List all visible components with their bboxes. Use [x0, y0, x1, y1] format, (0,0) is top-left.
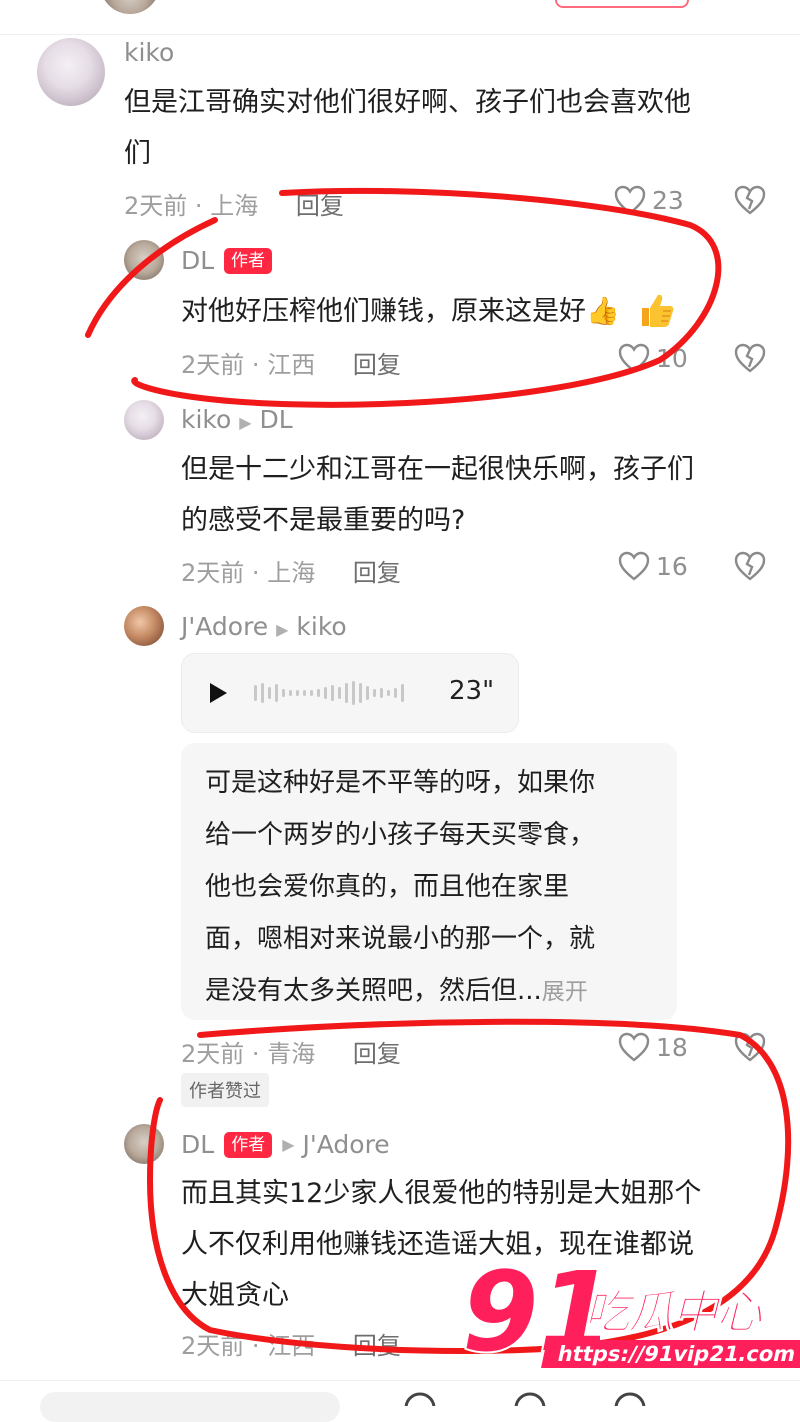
broken-heart-icon [734, 343, 766, 373]
comment-text: 但是江哥确实对他们很好啊、孩子们也会喜欢他 们 [124, 77, 774, 179]
comment-time: 2天前 [181, 1040, 245, 1068]
comment-text: 对他好压榨他们赚钱，原来这是好👍 [181, 286, 620, 337]
username-jadore[interactable]: J'Adore ▶ kiko [181, 612, 347, 641]
heart-icon [618, 343, 650, 373]
watermark: 91 吃瓜中心 https://91vip21.com [460, 1250, 800, 1380]
comment-text: 但是十二少和江哥在一起很快乐啊，孩子们 的感受不是最重要的吗? [181, 444, 781, 546]
username[interactable]: J'Adore [181, 612, 268, 641]
comment-location: 江西 [267, 351, 316, 379]
transcript-line: 是没有太多关照吧，然后但...展开 [205, 965, 675, 1018]
reply-button[interactable]: 回复 [353, 559, 401, 587]
comment-location: 江西 [267, 1332, 316, 1360]
watermark-brand: 吃瓜中心 [584, 1285, 763, 1340]
transcript-line-text: 是没有太多关照吧，然后但... [205, 976, 542, 1006]
dislike-button[interactable] [734, 343, 766, 373]
like-button[interactable]: 16 [618, 551, 688, 581]
author-liked-tag: 作者赞过 [181, 1073, 269, 1107]
avatar-dl[interactable] [124, 240, 164, 280]
dot-separator: · [251, 351, 260, 379]
comment-line: 的感受不是最重要的吗? [181, 505, 466, 536]
avatar-dl[interactable] [124, 1124, 164, 1164]
broken-heart-icon [734, 1032, 766, 1062]
like-count: 16 [656, 551, 688, 581]
play-icon[interactable] [208, 682, 228, 704]
heart-icon [614, 185, 646, 215]
voice-duration: 23" [449, 676, 495, 706]
transcript-line: 面，嗯相对来说最小的那一个，就 [205, 924, 596, 954]
like-count: 23 [652, 185, 684, 215]
arrow-right-icon: ▶ [239, 413, 252, 432]
like-button[interactable]: 10 [618, 343, 688, 373]
comment-time: 2天前 [124, 192, 188, 220]
comment-line: 们 [124, 138, 151, 169]
broken-heart-icon [734, 551, 766, 581]
avatar-jadore[interactable] [124, 606, 164, 646]
reply-target[interactable]: kiko [296, 612, 346, 641]
comment-location: 上海 [267, 559, 316, 587]
dot-separator: · [251, 1332, 260, 1360]
like-count: 10 [656, 343, 688, 373]
username[interactable]: kiko [181, 405, 231, 434]
voice-transcript: 可是这种好是不平等的呀，如果你 给一个两岁的小孩子每天买零食， 他也会爱你真的，… [181, 743, 677, 1020]
comment-time: 2天前 [181, 559, 245, 587]
reply-target[interactable]: DL [260, 405, 293, 434]
arrow-right-icon: ▶ [276, 620, 289, 639]
avatar-kiko[interactable] [37, 38, 105, 106]
comment-text-body: 对他好压榨他们赚钱，原来这是好👍 [181, 296, 620, 327]
comment-meta: 2天前 · 青海 回复 [181, 1034, 401, 1069]
reply-button[interactable]: 回复 [353, 351, 401, 379]
arrow-right-icon: ▶ [282, 1135, 295, 1154]
reply-button[interactable]: 回复 [353, 1332, 401, 1360]
comment-time: 2天前 [181, 351, 245, 379]
comment-meta: 2天前 · 上海 回复 [181, 553, 401, 588]
follow-button-partial[interactable] [555, 0, 689, 8]
avatar-kiko[interactable] [124, 400, 164, 440]
username-kiko[interactable]: kiko ▶ DL [181, 405, 293, 434]
voice-message[interactable]: 23" [181, 653, 519, 733]
heart-icon [618, 1032, 650, 1062]
username-kiko[interactable]: kiko [124, 38, 174, 67]
transcript-line: 他也会爱你真的，而且他在家里 [205, 872, 570, 902]
username[interactable]: DL [181, 1130, 214, 1159]
bottom-icons-partial [400, 1392, 660, 1406]
broken-heart-icon [734, 185, 766, 215]
comment-line: 但是十二少和江哥在一起很快乐啊，孩子们 [181, 454, 694, 485]
top-divider [0, 34, 800, 35]
dot-separator: · [251, 559, 260, 587]
comment-meta: 2天前 · 上海 回复 [124, 186, 344, 221]
like-button[interactable]: 18 [618, 1032, 688, 1062]
avatar-top-partial [100, 0, 160, 14]
dot-separator: · [194, 192, 203, 220]
watermark-url: https://91vip21.com [541, 1340, 800, 1368]
like-button[interactable]: 23 [614, 185, 684, 215]
username-dl[interactable]: DL 作者 ▶ J'Adore [181, 1130, 390, 1159]
comment-meta: 2天前 · 江西 回复 [181, 345, 401, 380]
reply-target[interactable]: J'Adore [303, 1130, 390, 1159]
waveform-icon [254, 681, 404, 705]
expand-button[interactable]: 展开 [542, 979, 588, 1005]
comment-time: 2天前 [181, 1332, 245, 1360]
dislike-button[interactable] [734, 551, 766, 581]
thumbs-up-icon [642, 294, 674, 327]
reply-button[interactable]: 回复 [353, 1040, 401, 1068]
heart-icon [618, 551, 650, 581]
bottom-divider [0, 1380, 800, 1381]
comment-meta: 2天前 · 江西 回复 [181, 1326, 401, 1361]
dislike-button[interactable] [734, 185, 766, 215]
comment-line: 而且其实12少家人很爱他的特别是大姐那个 [181, 1178, 702, 1209]
reply-button[interactable]: 回复 [296, 192, 344, 220]
comment-line: 但是江哥确实对他们很好啊、孩子们也会喜欢他 [124, 87, 691, 118]
dot-separator: · [251, 1040, 260, 1068]
author-badge: 作者 [224, 1131, 273, 1158]
comment-location: 上海 [210, 192, 259, 220]
comment-location: 青海 [267, 1040, 316, 1068]
dislike-button[interactable] [734, 1032, 766, 1062]
transcript-line: 可是这种好是不平等的呀，如果你 [205, 768, 596, 798]
transcript-line: 给一个两岁的小孩子每天买零食， [205, 820, 596, 850]
comment-input-partial[interactable] [40, 1392, 340, 1422]
like-count: 18 [656, 1032, 688, 1062]
author-badge: 作者 [224, 248, 272, 274]
username-dl[interactable]: DL [181, 246, 214, 275]
